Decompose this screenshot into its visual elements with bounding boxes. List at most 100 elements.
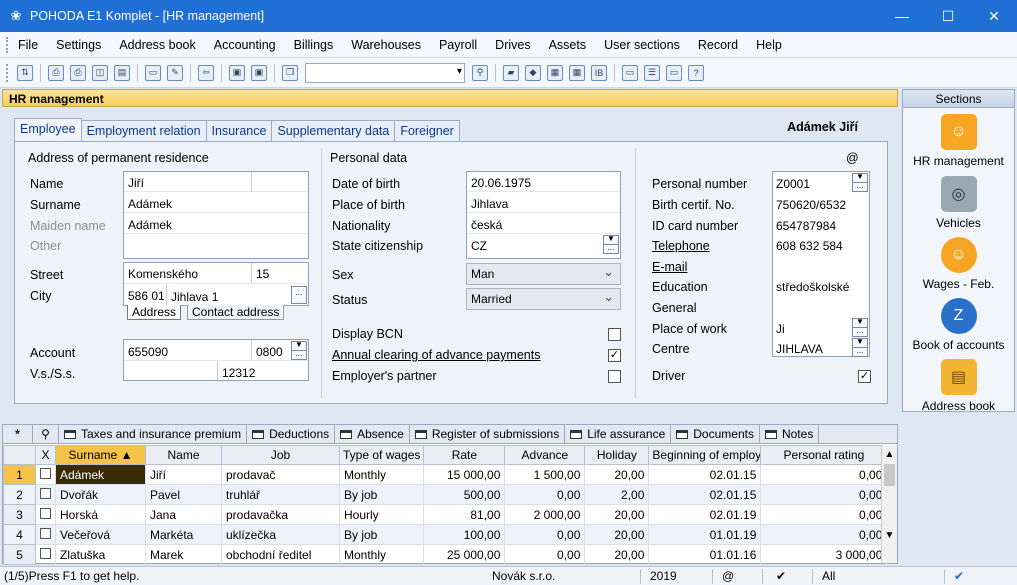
cell-rate[interactable]: 100,00	[423, 524, 506, 545]
bank-code-field[interactable]: 0800	[256, 345, 283, 359]
menu-grip[interactable]	[6, 36, 10, 53]
table-row[interactable]: 5 Zlatuška Marek obchodní ředitel Monthl…	[3, 544, 888, 565]
menu-assets[interactable]: Assets	[549, 38, 587, 52]
cell-name[interactable]: Jiří	[145, 464, 222, 485]
cell-type-of-wages[interactable]: Monthly	[338, 464, 425, 485]
print-icon[interactable]: ⎙	[48, 64, 64, 81]
tab-foreigner[interactable]: Foreigner	[394, 120, 460, 141]
tab-life-assurance[interactable]: Life assurance	[565, 424, 672, 444]
table-row[interactable]: 1 Adámek Jiří prodavač Monthly 15 000,00…	[3, 464, 888, 485]
cell-personal-rating[interactable]: 0,00	[760, 484, 888, 505]
telephone-label[interactable]: Telephone	[652, 239, 710, 253]
column-personal-rating-header[interactable]: Personal rating	[760, 445, 888, 465]
cell-holiday[interactable]: 20,00	[584, 524, 650, 545]
street-number-field[interactable]: 15	[256, 267, 269, 281]
cell-name[interactable]: Jana	[145, 504, 222, 525]
cell-beginning[interactable]: 02.01.15	[648, 464, 762, 485]
copy-icon[interactable]: ❐	[282, 64, 298, 81]
street-field[interactable]: Komenského	[128, 267, 198, 281]
close-button[interactable]: ✕	[971, 0, 1017, 32]
cell-holiday[interactable]: 20,00	[584, 464, 650, 485]
annual-clearing-label[interactable]: Annual clearing of advance payments	[332, 348, 540, 362]
section-hr-management[interactable]: ☺ HR management	[903, 114, 1014, 168]
tab-absence[interactable]: Absence	[335, 424, 410, 444]
help-pointer-icon[interactable]: ?	[688, 64, 704, 81]
column-x-header[interactable]: X	[35, 445, 56, 465]
contact-address-subtab[interactable]: Contact address	[187, 305, 285, 320]
cell-name[interactable]: Pavel	[145, 484, 222, 505]
citizenship-field[interactable]: CZ	[471, 239, 487, 253]
cell-advance[interactable]: 0,00	[504, 524, 586, 545]
sex-select[interactable]: Man	[466, 263, 621, 285]
employer-partner-checkbox[interactable]	[608, 370, 621, 383]
cell-holiday[interactable]: 2,00	[584, 484, 650, 505]
save-all-icon[interactable]: ▣	[251, 64, 267, 81]
column-surname-header[interactable]: Surname ▲	[55, 445, 146, 465]
table-row[interactable]: 4 Večeřová Markéta uklízečka By job 100,…	[3, 524, 888, 545]
status-select[interactable]: Married	[466, 288, 621, 310]
table-row[interactable]: 2 Dvořák Pavel truhlář By job 500,00 0,0…	[3, 484, 888, 505]
column-advance-header[interactable]: Advance	[504, 445, 586, 465]
cell-job[interactable]: obchodní ředitel	[221, 544, 340, 565]
row-checkbox[interactable]	[35, 524, 56, 545]
new-row-star-icon[interactable]: *	[3, 424, 33, 444]
column-beginning-header[interactable]: Beginning of employ	[648, 445, 762, 465]
cell-type-of-wages[interactable]: By job	[338, 484, 425, 505]
cell-job[interactable]: truhlář	[221, 484, 340, 505]
tab-register-of-submissions[interactable]: Register of submissions	[410, 424, 566, 444]
calendar-icon[interactable]: ▦	[569, 64, 585, 81]
switch-icon[interactable]: ⇅	[17, 64, 33, 81]
id-card-field[interactable]: 654787984	[776, 219, 836, 233]
print-setup-icon[interactable]: ⎙	[70, 64, 86, 81]
tab-deductions[interactable]: Deductions	[247, 424, 336, 444]
cell-job[interactable]: prodavačka	[221, 504, 340, 525]
filter-icon[interactable]: ⚲	[472, 64, 488, 81]
cell-beginning[interactable]: 01.01.19	[648, 524, 762, 545]
eraser-icon[interactable]: ◆	[525, 64, 541, 81]
column-type-of-wages-header[interactable]: Type of wages	[338, 445, 425, 465]
row-checkbox[interactable]	[35, 464, 56, 485]
cell-rate[interactable]: 15 000,00	[423, 464, 506, 485]
cell-advance[interactable]: 0,00	[504, 544, 586, 565]
citizenship-lookup-button[interactable]: ...	[603, 244, 619, 254]
filter-icon[interactable]: ⚲	[33, 424, 59, 444]
comment-icon[interactable]: ▭	[622, 64, 638, 81]
table-row[interactable]: 3 Horská Jana prodavačka Hourly 81,00 2 …	[3, 504, 888, 525]
display-bcn-checkbox[interactable]	[608, 328, 621, 341]
menu-payroll[interactable]: Payroll	[439, 38, 477, 52]
row-checkbox[interactable]	[35, 504, 56, 525]
maximize-button[interactable]: ☐	[925, 0, 971, 32]
tab-employee[interactable]: Employee	[14, 118, 82, 141]
row-checkbox[interactable]	[35, 484, 56, 505]
cell-personal-rating[interactable]: 0,00	[760, 504, 888, 525]
section-address-book[interactable]: ▤ Address book	[903, 359, 1014, 413]
column-holiday-header[interactable]: Holiday	[584, 445, 650, 465]
tab-supplementary-data[interactable]: Supplementary data	[271, 120, 396, 141]
maiden-name-field[interactable]: Adámek	[128, 218, 172, 232]
cell-job[interactable]: prodavač	[221, 464, 340, 485]
cell-name[interactable]: Marek	[145, 544, 222, 565]
row-checkbox[interactable]	[35, 544, 56, 565]
cell-surname[interactable]: Horská	[55, 504, 146, 525]
menu-billings[interactable]: Billings	[294, 38, 334, 52]
tab-documents[interactable]: Documents	[671, 424, 760, 444]
section-wages[interactable]: ☺ Wages - Feb.	[903, 237, 1014, 291]
education-field[interactable]: středoškolské	[776, 280, 849, 294]
tab-employment-relation[interactable]: Employment relation	[80, 120, 207, 141]
cell-holiday[interactable]: 20,00	[584, 504, 650, 525]
cell-beginning[interactable]: 02.01.15	[648, 484, 762, 505]
back-arrow-icon[interactable]: ⇦	[198, 64, 214, 81]
cell-surname[interactable]: Zlatuška	[55, 544, 146, 565]
tab-taxes-insurance[interactable]: Taxes and insurance premium	[59, 424, 248, 444]
menu-warehouses[interactable]: Warehouses	[351, 38, 421, 52]
menu-accounting[interactable]: Accounting	[214, 38, 276, 52]
scroll-up-icon[interactable]: ▲	[882, 449, 897, 460]
preview-icon[interactable]: ◫	[92, 64, 108, 81]
address-subtab[interactable]: Address	[127, 305, 182, 320]
cell-surname[interactable]: Adámek	[55, 464, 146, 485]
message-icon[interactable]: ▭	[666, 64, 682, 81]
birth-certificate-field[interactable]: 750620/6532	[776, 198, 846, 212]
grid-vertical-scrollbar[interactable]: ▲ ▼	[881, 445, 897, 563]
menu-drives[interactable]: Drives	[495, 38, 530, 52]
minimize-button[interactable]: —	[879, 0, 925, 32]
